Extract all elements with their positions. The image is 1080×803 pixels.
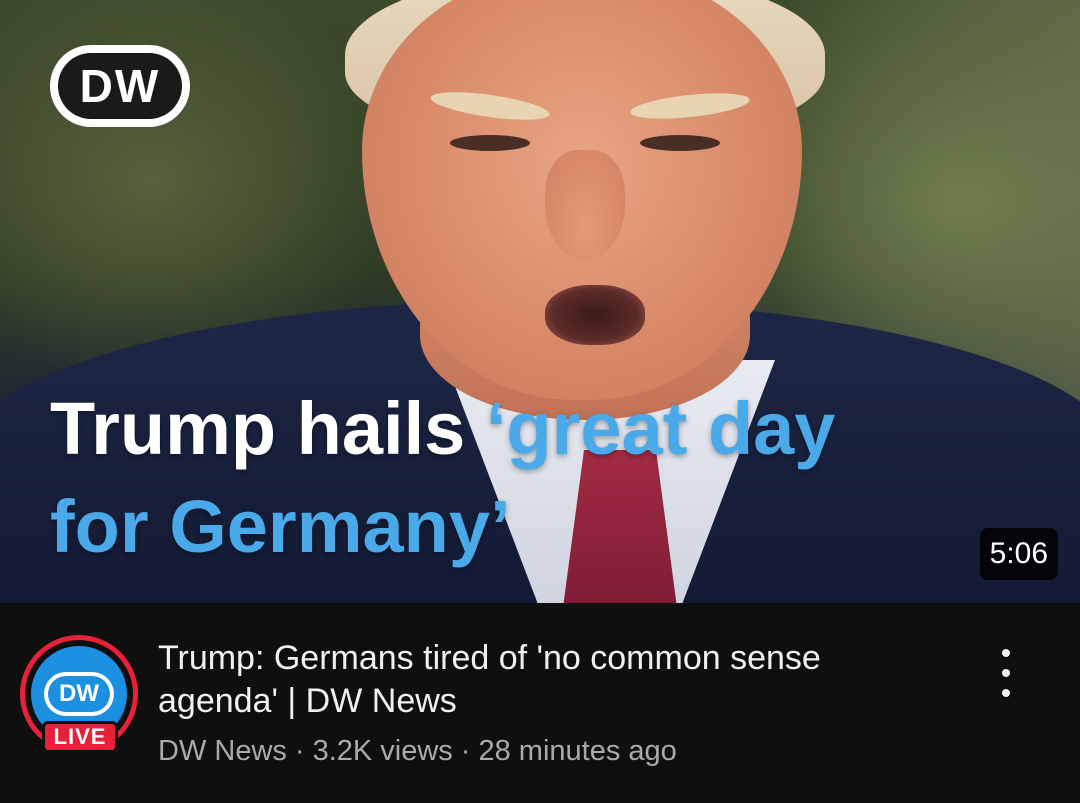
- video-thumbnail[interactable]: DW Trump hails ‘great day for Germany’ 5…: [0, 0, 1080, 603]
- avatar-logo-text: DW: [48, 676, 110, 712]
- thumbnail-mouth: [545, 285, 645, 345]
- video-title[interactable]: Trump: Germans tired of 'no common sense…: [158, 637, 938, 723]
- channel-name[interactable]: DW News: [158, 735, 287, 767]
- headline-white: Trump hails: [50, 387, 486, 470]
- video-meta: DW LIVE Trump: Germans tired of 'no comm…: [0, 603, 1080, 803]
- kebab-dot: [1002, 669, 1010, 677]
- thumbnail-eye-right: [640, 135, 720, 151]
- dw-logo-text: DW: [58, 53, 182, 119]
- upload-age: 28 minutes ago: [478, 735, 677, 767]
- kebab-dot: [1002, 649, 1010, 657]
- view-count: 3.2K views: [312, 735, 453, 767]
- separator-dot: ·: [294, 735, 305, 767]
- video-subline: DW News · 3.2K views · 28 minutes ago: [158, 731, 958, 771]
- avatar-logo: DW: [44, 672, 114, 716]
- thumbnail-eye-left: [450, 135, 530, 151]
- more-vert-icon[interactable]: [988, 643, 1024, 703]
- thumbnail-nose: [545, 150, 625, 260]
- duration-badge: 5:06: [979, 528, 1058, 580]
- live-badge: LIVE: [42, 721, 118, 753]
- video-card[interactable]: DW Trump hails ‘great day for Germany’ 5…: [0, 0, 1080, 803]
- channel-avatar[interactable]: DW LIVE: [20, 635, 138, 753]
- kebab-dot: [1002, 689, 1010, 697]
- separator-dot: ·: [460, 735, 471, 767]
- dw-logo: DW: [50, 45, 190, 127]
- thumbnail-headline: Trump hails ‘great day for Germany’: [50, 380, 950, 576]
